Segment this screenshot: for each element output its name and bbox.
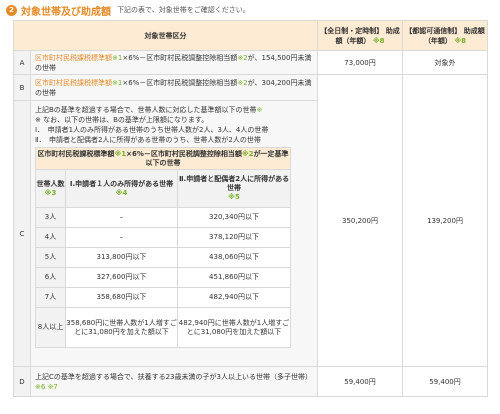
row-b-desc-orange: 区市町村民税課税標準額 xyxy=(35,78,112,87)
table-row-b: B 区市町村民税課税標準額※1×6%－区市町村民税調整控除相当額※2が、304,… xyxy=(13,74,488,367)
row-b-description: 区市町村民税課税標準額※1×6%－区市町村民税調整控除相当額※2が、304,20… xyxy=(30,74,318,101)
inner-col-one-mark: ※4 xyxy=(115,188,128,197)
row-a-description: 区市町村民税課税標準額※1×6%－区市町村民税調整控除相当額※2が、154,50… xyxy=(30,50,318,75)
header-correspondence: 【都認可通信制】 助成額（年額） ※8 xyxy=(402,20,488,51)
row-a-desc-orange: 区市町村民税課税標準額 xyxy=(35,53,112,62)
inner-row-two: 482,940円に世帯人数が1人増すごとに31,080円を加えた額以下 xyxy=(176,307,292,348)
row-label-a: A xyxy=(13,50,31,75)
inner-title-row: 区市町村民税課税標準額※1×6%－区市町村民税調整控除相当額※2が一定基準以下の… xyxy=(34,147,292,170)
inner-row-count: 3人 xyxy=(35,207,66,228)
table-row-a: A 区市町村民税課税標準額※1×6%－区市町村民税調整控除相当額※2が、154,… xyxy=(13,50,488,75)
row-c-intro-1: 上記Bの基準を超過する場合で、世帯人数に対応した基準額以下の世帯※ xyxy=(35,105,313,115)
row-d-description: 上記Cの基準を超過する場合で、扶養する23歳未満の子が3人以上いる世帯（多子世帯… xyxy=(30,366,318,397)
inner-row-one: 313,800円以下 xyxy=(65,247,178,268)
row-c-description: 上記Bの基準を超過する場合で、世帯人数に対応した基準額以下の世帯※ ※ なお、以… xyxy=(30,100,318,367)
inner-col-two-label: Ⅱ.申請者と配偶者2人に所得がある世帯 xyxy=(178,175,290,192)
inner-title: 区市町村民税課税標準額※1×6%－区市町村民税調整控除相当額※2が一定基準以下の… xyxy=(34,147,292,170)
header-fulltime-mark: ※8 xyxy=(372,36,385,45)
row-a-fulltime: 73,000円 xyxy=(317,50,403,75)
inner-row-count: 8人以上 xyxy=(35,307,66,348)
income-threshold-table: 区市町村民税課税標準額※1×6%－区市町村民税調整控除相当額※2が一定基準以下の… xyxy=(34,147,292,348)
inner-row-one: 327,600円以下 xyxy=(65,267,178,288)
inner-title-mark2: ※2 xyxy=(241,149,254,158)
inner-row: 8人以上 358,680円に世帯人数が1人増すごとに31,080円を加えた額以下… xyxy=(35,307,292,348)
row-b-desc-mid: ×6%－区市町村民税調整控除相当額 xyxy=(122,78,238,87)
inner-row: 5人 313,800円以下 438,060円以下 xyxy=(35,247,292,268)
inner-col-count-label: 世帯人数 xyxy=(36,179,65,188)
row-d-correspondence: 59,400円 xyxy=(402,366,488,397)
section-number-badge: 2 xyxy=(6,4,17,16)
header-correspondence-mark: ※8 xyxy=(454,36,467,45)
row-d-fulltime: 59,400円 xyxy=(317,366,403,397)
inner-row: 3人 – 320,340円以下 xyxy=(35,207,292,228)
inner-row-two: 378,120円以下 xyxy=(176,227,292,248)
inner-col-two-mark: ※5 xyxy=(228,193,240,201)
inner-row-count: 4人 xyxy=(35,227,66,248)
inner-row: 4人 – 378,120円以下 xyxy=(35,227,292,248)
row-c-intro-3: Ⅰ． 申請者1人のみ所得がある世帯のうち世帯人数が2人、3人、4人の世帯 xyxy=(35,126,269,134)
inner-row-count: 5人 xyxy=(35,247,66,268)
inner-row: 6人 327,600円以下 451,860円以下 xyxy=(35,267,292,288)
inner-row-one: – xyxy=(65,207,178,228)
inner-title-part1: 区市町村民税課税標準額 xyxy=(37,149,115,158)
row-bc-fulltime: 350,200円 xyxy=(317,74,403,367)
inner-title-part2: ×6%－区市町村民税調整控除相当額 xyxy=(126,149,242,158)
inner-col-count-mark: ※3 xyxy=(44,188,57,197)
inner-col-count: 世帯人数 ※3 xyxy=(35,169,66,208)
inner-row-one: – xyxy=(65,227,178,248)
header-category-label: 対象世帯区分 xyxy=(144,31,187,40)
inner-row-count: 7人 xyxy=(35,287,66,308)
inner-row-one: 358,680円に世帯人数が1人増すごとに31,080円を加えた額以下 xyxy=(65,307,178,348)
row-d-mark1: ※6 xyxy=(35,382,46,391)
header-category: 対象世帯区分 xyxy=(13,20,318,51)
inner-col-one-label: Ⅰ.申請者１人のみ所得がある世帯 xyxy=(69,179,174,188)
inner-row-two: 438,060円以下 xyxy=(176,247,292,268)
header-correspondence-label: 【都認可通信制】 助成額（年額） xyxy=(405,26,485,45)
row-d-mark2: ※7 xyxy=(47,382,58,391)
page: 2 対象世帯及び助成額 下記の表で、対象世帯をご確認ください。 対象世帯区分 【… xyxy=(0,0,500,414)
header-fulltime: 【全日制・定時制】 助成額（年額） ※8 xyxy=(317,20,403,51)
inner-row-two: 451,860円以下 xyxy=(176,267,292,288)
row-c-intro-1-text: 上記Bの基準を超過する場合で、世帯人数に対応した基準額以下の世帯 xyxy=(35,106,257,114)
row-d-desc-text: 上記Cの基準を超過する場合で、扶養する23歳未満の子が3人以上いる世帯（多子世帯… xyxy=(35,372,312,381)
subsidy-table: 対象世帯区分 【全日制・定時制】 助成額（年額） ※8 【都認可通信制】 助成額… xyxy=(13,20,488,397)
row-a-correspondence: 対象外 xyxy=(402,50,488,75)
row-label-d: D xyxy=(13,366,31,397)
section-title: 対象世帯及び助成額 xyxy=(21,6,111,18)
row-b-mark1: ※1 xyxy=(112,78,123,87)
table-header-row: 対象世帯区分 【全日制・定時制】 助成額（年額） ※8 【都認可通信制】 助成額… xyxy=(13,20,488,51)
row-c-intro-4: Ⅱ． 申請者と配偶者2人に所得がある世帯のうち、世帯人数が2人の世帯 xyxy=(35,136,261,144)
row-b-mark2: ※2 xyxy=(237,78,248,87)
inner-row: 7人 358,680円以下 482,940円以下 xyxy=(35,287,292,308)
row-label-b: B xyxy=(13,74,31,101)
row-c-intro-2: ※ なお、以下の世帯は、Bの基準が上限額になります。 xyxy=(35,116,209,124)
inner-row-two: 320,340円以下 xyxy=(176,207,292,228)
inner-col-two: Ⅱ.申請者と配偶者2人に所得がある世帯 ※5 xyxy=(176,169,292,208)
row-bc-correspondence: 139,200円 xyxy=(402,74,488,367)
inner-col-one: Ⅰ.申請者１人のみ所得がある世帯 ※4 xyxy=(65,169,178,208)
row-c-intro-1-mark: ※ xyxy=(256,106,263,114)
section-note: 下記の表で、対象世帯をご確認ください。 xyxy=(117,6,250,14)
inner-header-row: 世帯人数 ※3 Ⅰ.申請者１人のみ所得がある世帯 ※4 Ⅱ.申請者と配偶者2人に所得… xyxy=(35,169,292,208)
inner-row-one: 358,680円以下 xyxy=(65,287,178,308)
section-heading: 2 対象世帯及び助成額 下記の表で、対象世帯をご確認ください。 xyxy=(6,3,250,18)
table-row-d: D 上記Cの基準を超過する場合で、扶養する23歳未満の子が3人以上いる世帯（多子… xyxy=(13,366,488,397)
inner-row-two: 482,940円以下 xyxy=(176,287,292,308)
inner-title-mark1: ※1 xyxy=(114,149,127,158)
row-a-desc-mid: ×6%－区市町村民税調整控除相当額 xyxy=(122,53,238,62)
row-label-c: C xyxy=(13,100,31,367)
row-a-mark2: ※2 xyxy=(237,53,248,62)
row-a-mark1: ※1 xyxy=(112,53,123,62)
inner-row-count: 6人 xyxy=(35,267,66,288)
header-fulltime-label: 【全日制・定時制】 助成額（年額） xyxy=(320,26,400,45)
